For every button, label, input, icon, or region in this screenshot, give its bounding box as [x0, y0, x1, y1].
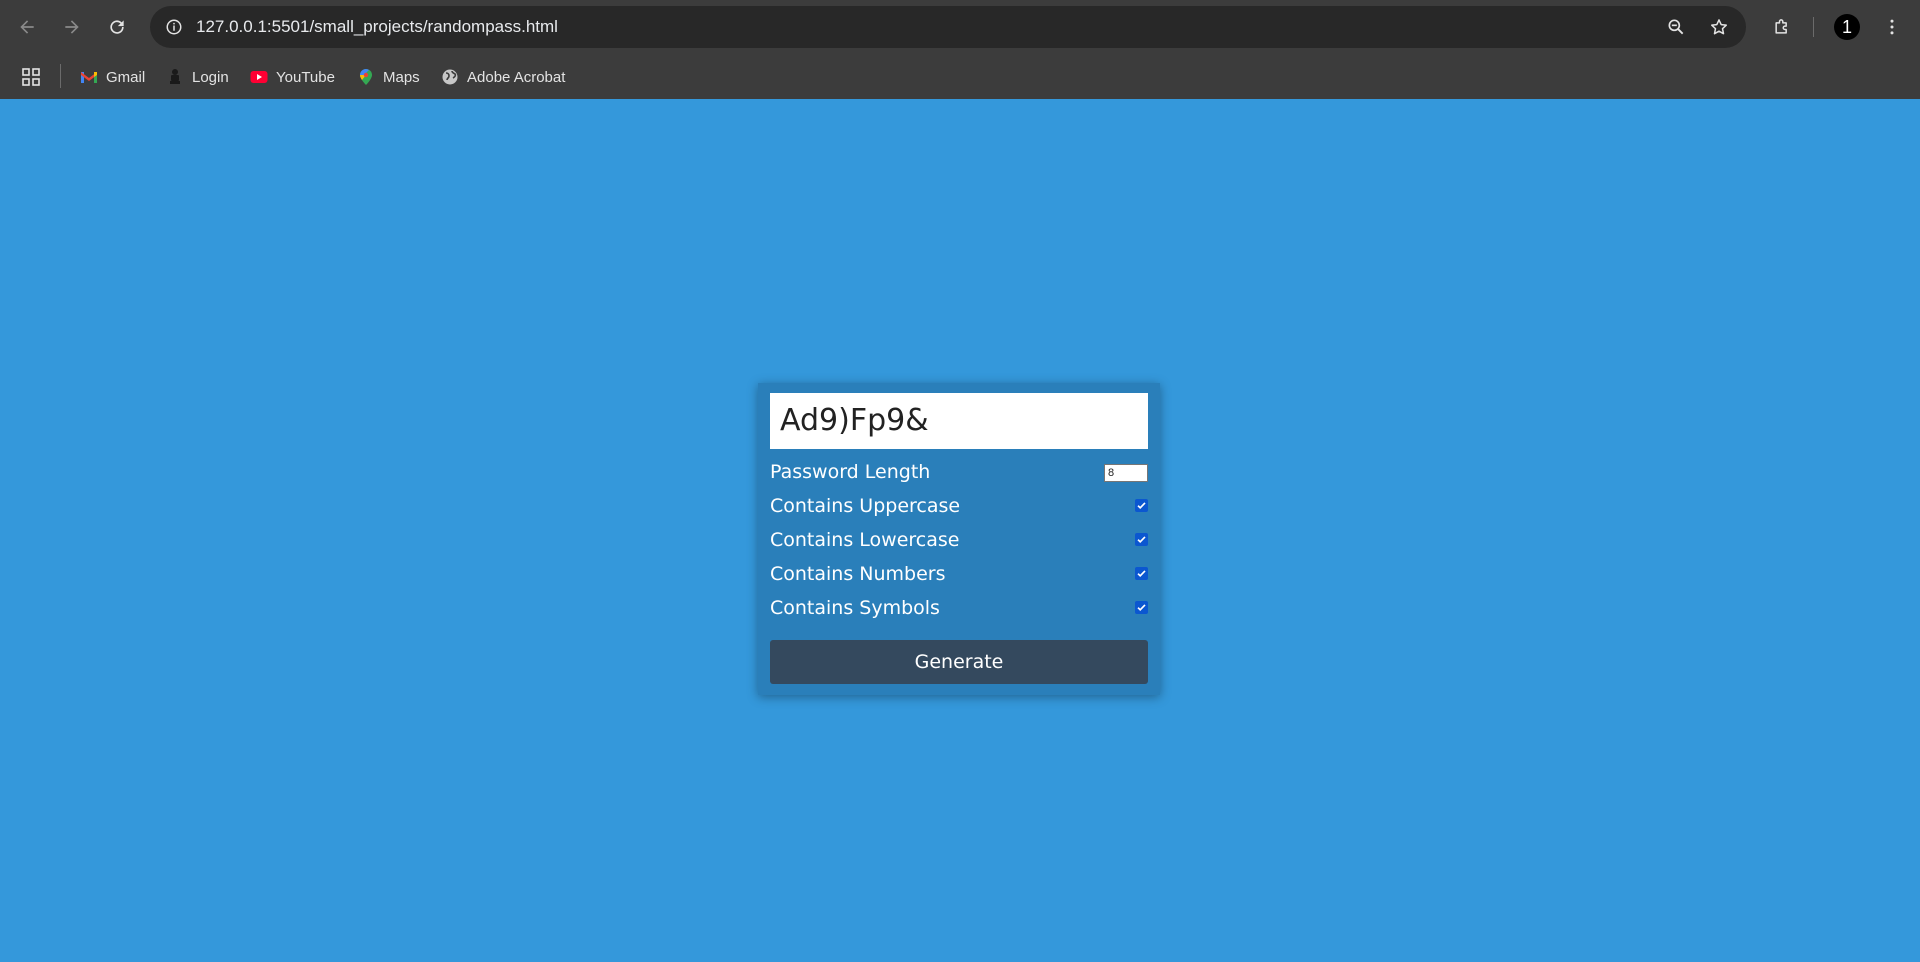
length-setting: Password Length 8: [770, 457, 1148, 487]
toolbar-divider: [1813, 17, 1814, 37]
bookmark-youtube[interactable]: YouTube: [250, 62, 335, 92]
apps-button[interactable]: [22, 62, 40, 92]
profile-avatar: 1: [1834, 14, 1860, 40]
site-info-button[interactable]: [160, 13, 188, 41]
bookmark-label: Gmail: [106, 68, 146, 86]
password-result[interactable]: Ad9)Fp9&: [770, 393, 1148, 449]
forward-button[interactable]: [56, 11, 88, 43]
emblem-icon: [166, 68, 184, 86]
arrow-forward-icon: [65, 20, 79, 34]
url-text[interactable]: 127.0.0.1:5501/small_projects/randompass…: [196, 6, 558, 48]
bookmark-gmail[interactable]: Gmail: [80, 62, 145, 92]
reload-button[interactable]: [101, 11, 133, 43]
kebab-menu-icon: [1890, 19, 1894, 35]
browser-toolbar: 127.0.0.1:5501/small_projects/randompass…: [0, 0, 1920, 54]
lowercase-checkbox[interactable]: [1135, 533, 1148, 546]
bookmark-maps[interactable]: Maps: [357, 62, 420, 92]
profile-button[interactable]: 1: [1831, 11, 1863, 43]
zoom-out-icon: [1668, 19, 1684, 35]
star-icon: [1711, 19, 1727, 35]
numbers-checkbox[interactable]: [1135, 567, 1148, 580]
url-path: /small_projects/randompass.html: [309, 17, 558, 36]
puzzle-icon: [1775, 19, 1787, 34]
bookmarks-divider: [60, 64, 61, 88]
checkmark-icon: [1137, 604, 1146, 612]
numbers-setting: Contains Numbers: [770, 559, 1148, 589]
zoom-button[interactable]: [1662, 13, 1690, 41]
url-host: 127.0.0.1:5501: [196, 17, 310, 36]
arrow-back-icon: [20, 20, 34, 34]
length-input[interactable]: 8: [1104, 464, 1148, 482]
browser-menu-button[interactable]: [1876, 11, 1908, 43]
symbols-checkbox[interactable]: [1135, 601, 1148, 614]
bookmark-adobe-acrobat[interactable]: Adobe Acrobat: [441, 62, 565, 92]
length-label: Password Length: [770, 461, 931, 483]
numbers-label: Contains Numbers: [770, 563, 946, 585]
lowercase-setting: Contains Lowercase: [770, 525, 1148, 555]
uppercase-setting: Contains Uppercase: [770, 491, 1148, 521]
uppercase-checkbox[interactable]: [1135, 499, 1148, 512]
info-icon: [166, 19, 182, 35]
youtube-icon: [250, 68, 268, 86]
bookmark-label: YouTube: [276, 68, 335, 86]
apps-grid-icon: [22, 68, 40, 86]
symbols-setting: Contains Symbols: [770, 593, 1148, 623]
symbols-label: Contains Symbols: [770, 597, 940, 619]
bookmark-label: Login: [192, 68, 229, 86]
reload-icon: [110, 20, 124, 34]
back-button[interactable]: [11, 11, 43, 43]
bookmark-star-button[interactable]: [1705, 13, 1733, 41]
extensions-button[interactable]: [1766, 11, 1798, 43]
maps-pin-icon: [357, 68, 375, 86]
checkmark-icon: [1137, 536, 1146, 544]
bookmarks-bar: Gmail Login YouTube Maps Adobe Acrobat: [0, 54, 1920, 99]
checkmark-icon: [1137, 502, 1146, 510]
bookmark-label: Adobe Acrobat: [467, 68, 566, 86]
bookmark-label: Maps: [383, 68, 420, 86]
address-bar[interactable]: 127.0.0.1:5501/small_projects/randompass…: [150, 6, 1746, 48]
gmail-icon: [80, 68, 98, 86]
generate-button[interactable]: Generate: [770, 640, 1148, 684]
bookmark-login[interactable]: Login: [166, 62, 229, 92]
checkmark-icon: [1137, 570, 1146, 578]
uppercase-label: Contains Uppercase: [770, 495, 961, 517]
globe-icon: [441, 68, 459, 86]
password-generator-card: Ad9)Fp9& Password Length 8 Contains Uppe…: [758, 383, 1160, 695]
lowercase-label: Contains Lowercase: [770, 529, 960, 551]
